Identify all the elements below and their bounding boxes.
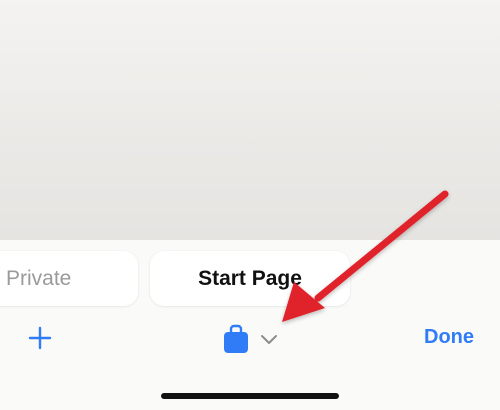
new-tab-button[interactable]	[24, 322, 56, 354]
home-indicator	[161, 393, 339, 399]
plus-icon	[28, 326, 52, 350]
tab-preview-area	[0, 0, 500, 240]
tab-start-page[interactable]: Start Page	[150, 251, 350, 306]
tab-start-page-label: Start Page	[198, 266, 302, 290]
tab-groups-button[interactable]	[222, 322, 282, 356]
tab-private-label: Private	[6, 266, 72, 290]
tab-group-icon	[224, 324, 248, 353]
tab-private[interactable]: Private	[0, 251, 138, 306]
chevron-down-icon	[261, 335, 277, 344]
done-button[interactable]: Done	[424, 326, 474, 349]
